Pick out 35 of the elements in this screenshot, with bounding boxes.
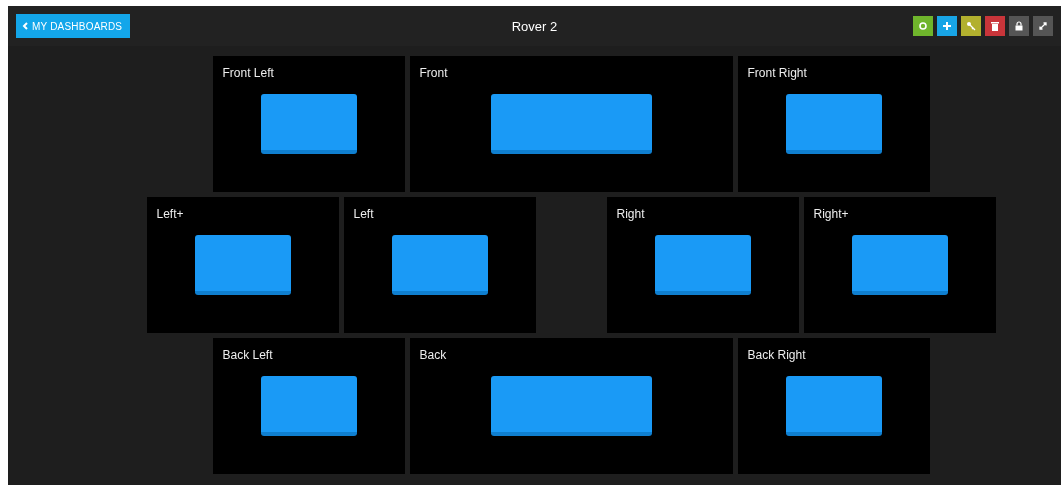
dashboard-title: Rover 2 [511, 18, 558, 34]
push-button[interactable] [851, 235, 948, 295]
widget-label: Left [353, 207, 374, 221]
push-button[interactable] [260, 376, 357, 436]
widget-label: Front Right [747, 66, 807, 80]
widget-label: Back [419, 348, 447, 362]
push-button[interactable] [785, 376, 882, 436]
lock-button[interactable] [1009, 16, 1029, 36]
trash-button[interactable] [985, 16, 1005, 36]
push-button[interactable] [490, 94, 652, 154]
expand-button[interactable] [1033, 16, 1053, 36]
settings-button[interactable] [913, 16, 933, 36]
widget-label: Back Right [747, 348, 806, 362]
push-button[interactable] [194, 235, 291, 295]
chevron-left-icon [22, 22, 29, 30]
back-button[interactable]: MY DASHBOARDS [16, 14, 131, 38]
push-button[interactable] [490, 376, 652, 436]
push-button[interactable] [391, 235, 488, 295]
push-button[interactable] [785, 94, 882, 154]
lock-icon [1014, 21, 1024, 31]
widget-label: Front Left [222, 66, 274, 80]
plus-icon [942, 21, 952, 31]
expand-icon [1038, 21, 1048, 31]
plus-button[interactable] [937, 16, 957, 36]
widget-label: Front [419, 66, 448, 80]
widget-label: Right [616, 207, 645, 221]
widget-label: Back Left [222, 348, 273, 362]
key-button[interactable] [961, 16, 981, 36]
key-icon [966, 21, 976, 31]
trash-icon [990, 21, 1000, 31]
push-button[interactable] [260, 94, 357, 154]
widget-label: Right+ [813, 207, 849, 221]
settings-icon [918, 21, 928, 31]
push-button[interactable] [654, 235, 751, 295]
widget-label: Left+ [156, 207, 184, 221]
